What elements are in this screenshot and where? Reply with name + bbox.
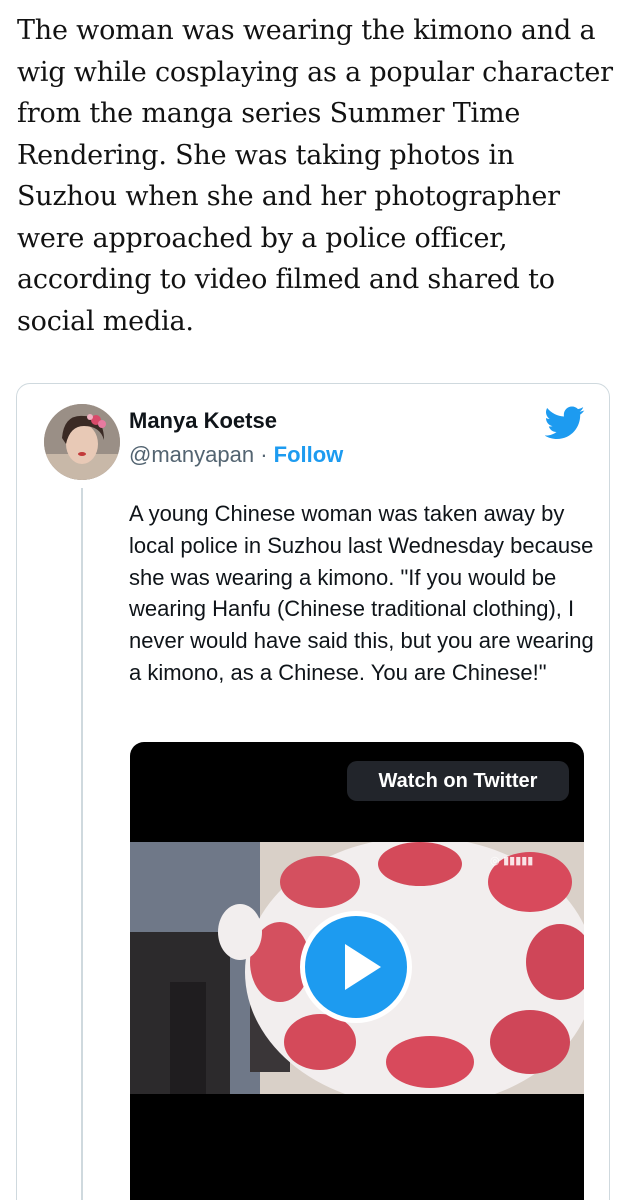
play-icon [345,944,381,990]
video-player[interactable]: ◎ ▮▮▮▮▮ Watch on Twitter [130,742,584,1200]
tweet-text: A young Chinese woman was taken away by … [129,501,594,685]
twitter-bird-icon[interactable] [545,406,585,440]
avatar[interactable] [44,404,120,480]
author-handle-row: @manyapan · Follow [129,442,343,468]
watch-on-twitter-button[interactable]: Watch on Twitter [347,761,569,801]
play-button[interactable] [300,911,412,1023]
weibo-watermark: ◎ ▮▮▮▮▮ [490,854,534,867]
author-name[interactable]: Manya Koetse [129,408,277,434]
follow-link[interactable]: Follow [274,442,344,467]
thread-line [81,488,83,1200]
handle-separator: · [254,442,274,467]
author-handle[interactable]: @manyapan [129,442,254,467]
article-paragraph: The woman was wearing the kimono and a w… [17,15,613,337]
embedded-tweet-card[interactable]: Manya Koetse @manyapan · Follow A young … [16,383,610,1200]
